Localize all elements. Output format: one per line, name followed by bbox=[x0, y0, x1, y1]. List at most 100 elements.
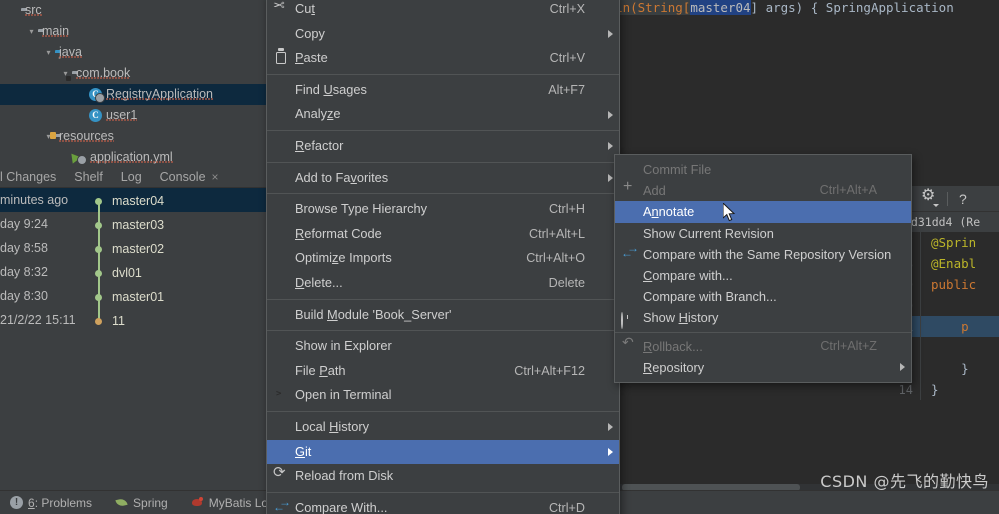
menu-item-show-current-revision[interactable]: Show Current Revision bbox=[615, 223, 911, 244]
menu-separator bbox=[267, 491, 619, 493]
commit-message: master01 bbox=[112, 289, 165, 304]
menu-item-find-usages[interactable]: Find Usages Alt+F7 bbox=[267, 78, 619, 103]
menu-item-compare-with[interactable]: Compare with... bbox=[615, 265, 911, 286]
menu-item-delete[interactable]: Delete... Delete bbox=[267, 271, 619, 296]
file-context-menu[interactable]: Cut Ctrl+X Copy Paste Ctrl+V Find Usages Alt+F… bbox=[266, 0, 620, 514]
tree-item-registryapplication[interactable]: C RegistryApplication bbox=[0, 84, 266, 105]
menu-item-local-history[interactable]: Local History bbox=[267, 415, 619, 440]
vcs-log-row[interactable]: 21/2/22 15:11 11 bbox=[0, 308, 266, 332]
help-icon[interactable]: ? bbox=[959, 192, 967, 206]
menu-item-git[interactable]: Git bbox=[267, 439, 619, 465]
menu-item-browse-type-hierarchy[interactable]: Browse Type Hierarchy Ctrl+H bbox=[267, 197, 619, 222]
menu-item-add-to-favorites[interactable]: Add to Favorites bbox=[267, 166, 619, 191]
menu-icon-slot bbox=[273, 307, 289, 323]
chevron-down-icon[interactable]: ▾ bbox=[25, 21, 38, 42]
commit-message: 11 bbox=[112, 313, 125, 328]
menu-item-label: Browse Type Hierarchy bbox=[295, 201, 428, 217]
vcs-log-row[interactable]: day 8:30 master01 bbox=[0, 284, 266, 309]
menu-icon-slot bbox=[621, 204, 637, 220]
gear-icon[interactable] bbox=[921, 188, 939, 207]
commit-dot-icon bbox=[95, 269, 102, 277]
chevron-down-icon[interactable]: ▾ bbox=[42, 42, 55, 63]
menu-item-compare-with-branch[interactable]: Compare with Branch... bbox=[615, 286, 911, 307]
tree-item-main[interactable]: ▾ main bbox=[0, 21, 266, 42]
annotation-revision-text: 5d31dd4 (Re bbox=[904, 215, 981, 229]
menu-item-label: Show Current Revision bbox=[643, 225, 774, 241]
vcs-log-row[interactable]: day 8:32 dvl01 bbox=[0, 260, 266, 285]
project-tree[interactable]: src ▾ main ▾ java ▾ com.book C RegistryApplicati… bbox=[0, 0, 266, 166]
menu-item-copy[interactable]: Copy bbox=[267, 22, 619, 47]
tree-item-src[interactable]: src bbox=[0, 0, 266, 21]
rollback-icon bbox=[621, 335, 637, 354]
menu-item-label: Annotate bbox=[643, 204, 695, 220]
menu-item-label: Compare with Branch... bbox=[643, 289, 777, 305]
vcs-tab-log[interactable]: Log bbox=[112, 166, 151, 187]
tree-item-label: src bbox=[25, 3, 42, 17]
vcs-log-row[interactable]: day 8:58 master02 bbox=[0, 236, 266, 261]
tree-item-user1[interactable]: Cuser1 bbox=[0, 105, 266, 126]
menu-item-reload-from-disk[interactable]: Reload from Disk bbox=[267, 464, 619, 489]
menu-item-icon bbox=[615, 159, 643, 180]
menu-item-label: Refactor bbox=[295, 137, 344, 153]
menu-icon-slot bbox=[621, 225, 637, 241]
submenu-arrow-icon bbox=[601, 29, 619, 38]
vcs-tab-shelf[interactable]: Shelf bbox=[65, 166, 112, 187]
menu-item-icon bbox=[267, 303, 295, 328]
menu-item-open-in-terminal[interactable]: Open in Terminal bbox=[267, 383, 619, 408]
menu-item-analyze[interactable]: Analyze bbox=[267, 102, 619, 127]
tree-item-label: resources bbox=[59, 129, 114, 143]
menu-item-icon bbox=[267, 334, 295, 359]
code-text: p bbox=[931, 319, 969, 334]
menu-item-icon bbox=[267, 383, 295, 408]
status-item-spring[interactable]: Spring bbox=[105, 496, 181, 510]
vcs-log-row[interactable]: day 9:24 master03 bbox=[0, 212, 266, 237]
tree-item-com-book[interactable]: ▾ com.book bbox=[0, 63, 266, 84]
menu-item-paste[interactable]: Paste Ctrl+V bbox=[267, 46, 619, 71]
vcs-tab-console[interactable]: Console × bbox=[151, 166, 228, 187]
menu-item-refactor[interactable]: Refactor bbox=[267, 134, 619, 159]
code-text: public bbox=[931, 277, 977, 292]
commit-graph bbox=[90, 308, 112, 333]
commit-graph bbox=[90, 212, 112, 237]
commit-date: day 8:30 bbox=[0, 289, 48, 303]
menu-item-show-in-explorer[interactable]: Show in Explorer bbox=[267, 334, 619, 359]
menu-separator bbox=[267, 193, 619, 195]
menu-item-build-module-book-server[interactable]: Build Module 'Book_Server' bbox=[267, 303, 619, 328]
vcs-tab-label: Log bbox=[120, 170, 142, 184]
menu-item-file-path[interactable]: File Path Ctrl+Alt+F12 bbox=[267, 359, 619, 384]
menu-item-show-history[interactable]: Show History bbox=[615, 307, 911, 329]
menu-item-optimize-imports[interactable]: Optimize Imports Ctrl+Alt+O bbox=[267, 246, 619, 271]
vcs-tab-bar[interactable]: l Changes Shelf Log Console × bbox=[0, 166, 266, 188]
commit-graph bbox=[90, 260, 112, 285]
java-class-runnable-icon: C bbox=[89, 88, 105, 104]
menu-item-compare-with[interactable]: Compare With... Ctrl+D bbox=[267, 496, 619, 514]
plus-icon bbox=[621, 179, 637, 199]
menu-item-shortcut: Ctrl+Alt+O bbox=[526, 251, 585, 266]
menu-icon-slot bbox=[273, 419, 289, 435]
vcs-log-row[interactable]: minutes ago master04 bbox=[0, 188, 266, 213]
tree-item-java[interactable]: ▾ java bbox=[0, 42, 266, 63]
chevron-down-icon[interactable]: ▾ bbox=[59, 63, 72, 84]
git-submenu[interactable]: Commit File Add Ctrl+Alt+A Annotate Show Cur… bbox=[614, 154, 912, 383]
menu-item-icon bbox=[267, 197, 295, 222]
clock-icon bbox=[621, 310, 637, 329]
menu-item-cut[interactable]: Cut Ctrl+X bbox=[267, 0, 619, 22]
close-icon[interactable]: × bbox=[212, 170, 219, 184]
vcs-tab-l-changes[interactable]: l Changes bbox=[0, 166, 65, 187]
menu-item-icon bbox=[267, 0, 295, 22]
menu-item-label: Commit File bbox=[643, 162, 712, 177]
menu-item-repository[interactable]: Repository bbox=[615, 357, 911, 378]
menu-icon-slot bbox=[273, 107, 289, 123]
menu-item-icon bbox=[615, 179, 643, 201]
vcs-log-list[interactable]: minutes ago master04 day 9:24 master03 day 8… bbox=[0, 188, 266, 490]
menu-item-reformat-code[interactable]: Reformat Code Ctrl+Alt+L bbox=[267, 222, 619, 247]
menu-item-shortcut: Ctrl+Alt+Z bbox=[820, 338, 877, 353]
tree-item-application-yml[interactable]: application.yml bbox=[0, 147, 266, 166]
menu-icon-slot bbox=[621, 268, 637, 284]
compare-icon bbox=[273, 496, 291, 514]
menu-item-compare-with-the-same-repository-version[interactable]: Compare with the Same Repository Version bbox=[615, 242, 911, 265]
code-text: @Sprin bbox=[931, 235, 977, 250]
menu-item-annotate[interactable]: Annotate bbox=[615, 201, 911, 223]
status-item-problems[interactable]: ! 6: Problems bbox=[0, 496, 105, 510]
tree-item-resources[interactable]: ▾ resources bbox=[0, 126, 266, 147]
